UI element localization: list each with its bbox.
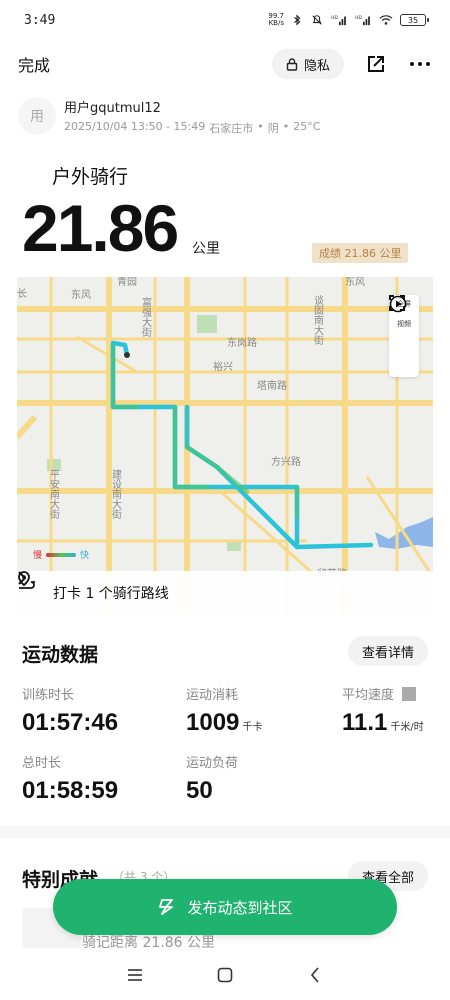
meta-separator-2: •: [282, 119, 290, 133]
stat-unit: 千米/时: [390, 722, 424, 733]
score-badge: 成绩 21.86 公里: [312, 243, 409, 263]
checkin-route-row[interactable]: 打卡 1 个骑行路线: [17, 571, 433, 615]
map-label-dongfeng: 东风: [71, 288, 91, 301]
publish-label: 发布动态到社区: [187, 898, 293, 917]
stat-number: 50: [186, 777, 213, 804]
stat-number: 1009: [186, 709, 240, 736]
stat-label: 运动负荷: [186, 756, 239, 771]
lock-icon: [286, 57, 298, 71]
stat-number: 11.1: [342, 709, 388, 736]
route-start-marker: [124, 352, 130, 358]
stat-label: 训练时长: [22, 688, 75, 703]
stat-value: 1009 千卡: [186, 709, 262, 737]
time-range: 2025/10/04 13:50 - 15:49: [64, 119, 206, 133]
battery-icon: 35: [400, 14, 429, 26]
avatar[interactable]: 用: [18, 97, 56, 135]
status-time: 3:49: [24, 12, 56, 28]
mute-bell-icon: [312, 15, 322, 25]
username: 用户gqutmul12: [64, 100, 161, 116]
info-square-icon[interactable]: [402, 686, 417, 701]
bluetooth-icon: [294, 14, 301, 26]
wifi-icon: [379, 15, 393, 25]
map-canvas: 东风 青园 东风 东岗路 裕兴 塔南路 方兴路 留营路 长 富强大街 谈固南大街…: [17, 277, 433, 615]
temperature: 25°C: [293, 119, 321, 133]
status-bar: 3:49 99.7 KB/s HD HD 35: [0, 0, 450, 40]
play-icon: [389, 295, 407, 313]
video-button[interactable]: 视频: [389, 295, 411, 329]
share-icon[interactable]: [364, 52, 388, 76]
map-controls: 全屏 视频: [389, 295, 419, 377]
view-details-button[interactable]: 查看详情: [348, 636, 428, 666]
privacy-button[interactable]: 隐私: [271, 49, 344, 79]
user-info: 用户gqutmul12 2025/10/04 13:50 - 15:49 石家庄…: [64, 97, 320, 136]
legend-fast: 快: [80, 551, 90, 561]
legend-gradient: [46, 552, 77, 557]
route-map[interactable]: 东风 青园 东风 东岗路 裕兴 塔南路 方兴路 留营路 长 富强大街 谈固南大街…: [17, 277, 433, 615]
done-button[interactable]: 完成: [18, 52, 50, 76]
section-divider: [0, 826, 450, 838]
menu-icon[interactable]: [125, 965, 145, 985]
publish-to-community-button[interactable]: 发布动态到社区: [53, 879, 397, 935]
stat-value: 50: [186, 777, 238, 805]
map-label-fangxing: 方兴路: [271, 455, 301, 468]
user-row: 用 用户gqutmul12 2025/10/04 13:50 - 15:49 石…: [18, 96, 432, 136]
map-label-tanhe: 谈固南大街: [312, 294, 324, 346]
publish-icon: [159, 899, 174, 915]
home-icon[interactable]: [215, 965, 235, 985]
stat-label: 运动消耗: [186, 688, 239, 703]
system-nav-bar: [0, 950, 450, 1000]
map-label-pingan: 平安南大街: [48, 469, 60, 520]
stat-calories: 运动消耗 1009 千卡: [186, 684, 262, 737]
map-label-tanan: 塔南路: [257, 379, 287, 392]
privacy-label: 隐私: [303, 58, 330, 74]
legend-slow: 慢: [33, 551, 43, 561]
signal-hd-icon-2: HD: [355, 15, 370, 26]
map-label-qingyuan: 青园: [117, 277, 137, 288]
net-speed-unit: KB/s: [268, 19, 284, 27]
stat-total-duration: 总时长 01:58:59: [22, 752, 118, 805]
stat-value: 01:58:59: [22, 777, 118, 805]
city: 石家庄市: [209, 121, 254, 135]
park-area: [197, 315, 217, 333]
activity-type: 户外骑行: [52, 166, 129, 188]
top-nav: 完成 隐私: [0, 44, 450, 84]
svg-text:HD: HD: [331, 15, 338, 21]
stat-avg-speed: 平均速度 11.1 千米/时: [342, 684, 424, 737]
svg-text:HD: HD: [355, 15, 362, 21]
activity-meta: 2025/10/04 13:50 - 15:49 石家庄市 • 阴 • 25°C: [64, 120, 320, 136]
checkin-text: 打卡 1 个骑行路线: [53, 586, 169, 602]
stats-title: 运动数据: [22, 644, 99, 666]
speed-legend: 慢 快: [33, 548, 89, 561]
back-icon[interactable]: [305, 965, 325, 985]
map-label-dongfeng2: 东风: [345, 277, 365, 288]
battery-level: 35: [407, 15, 419, 25]
signal-hd-icon: HD: [331, 15, 346, 26]
distance-unit: 公里: [192, 241, 220, 257]
map-label-yuxing: 裕兴: [213, 360, 233, 373]
weather: 阴: [267, 121, 279, 135]
stat-unit: 千卡: [242, 722, 263, 733]
stat-label-row: 平均速度: [342, 684, 424, 703]
distance-value: 21.86: [22, 191, 179, 265]
stat-training-duration: 训练时长 01:57:46: [22, 684, 118, 737]
map-label-jianshe: 建设南大街: [110, 468, 122, 520]
meta-separator: •: [257, 119, 264, 133]
stat-training-load: 运动负荷 50: [186, 752, 238, 805]
status-icons: 99.7 KB/s HD HD 35: [268, 13, 429, 27]
map-label-left-edge: 长: [17, 288, 27, 300]
stat-number: 01:57:46: [22, 709, 119, 736]
stat-label: 平均速度: [342, 688, 395, 703]
stat-label: 总时长: [22, 756, 62, 771]
map-label-donggang: 东岗路: [227, 336, 257, 349]
stat-number: 01:58:59: [22, 777, 119, 804]
stat-value: 01:57:46: [22, 709, 118, 737]
avatar-text: 用: [30, 109, 44, 125]
network-speed: 99.7 KB/s: [268, 13, 284, 27]
stat-value: 11.1 千米/时: [342, 709, 424, 737]
map-label-fuqiang: 富强大街: [140, 296, 152, 338]
more-icon[interactable]: [408, 52, 432, 76]
video-label: 视频: [397, 320, 411, 328]
achievement-item: 骑记距离 21.86 公里: [82, 935, 215, 951]
